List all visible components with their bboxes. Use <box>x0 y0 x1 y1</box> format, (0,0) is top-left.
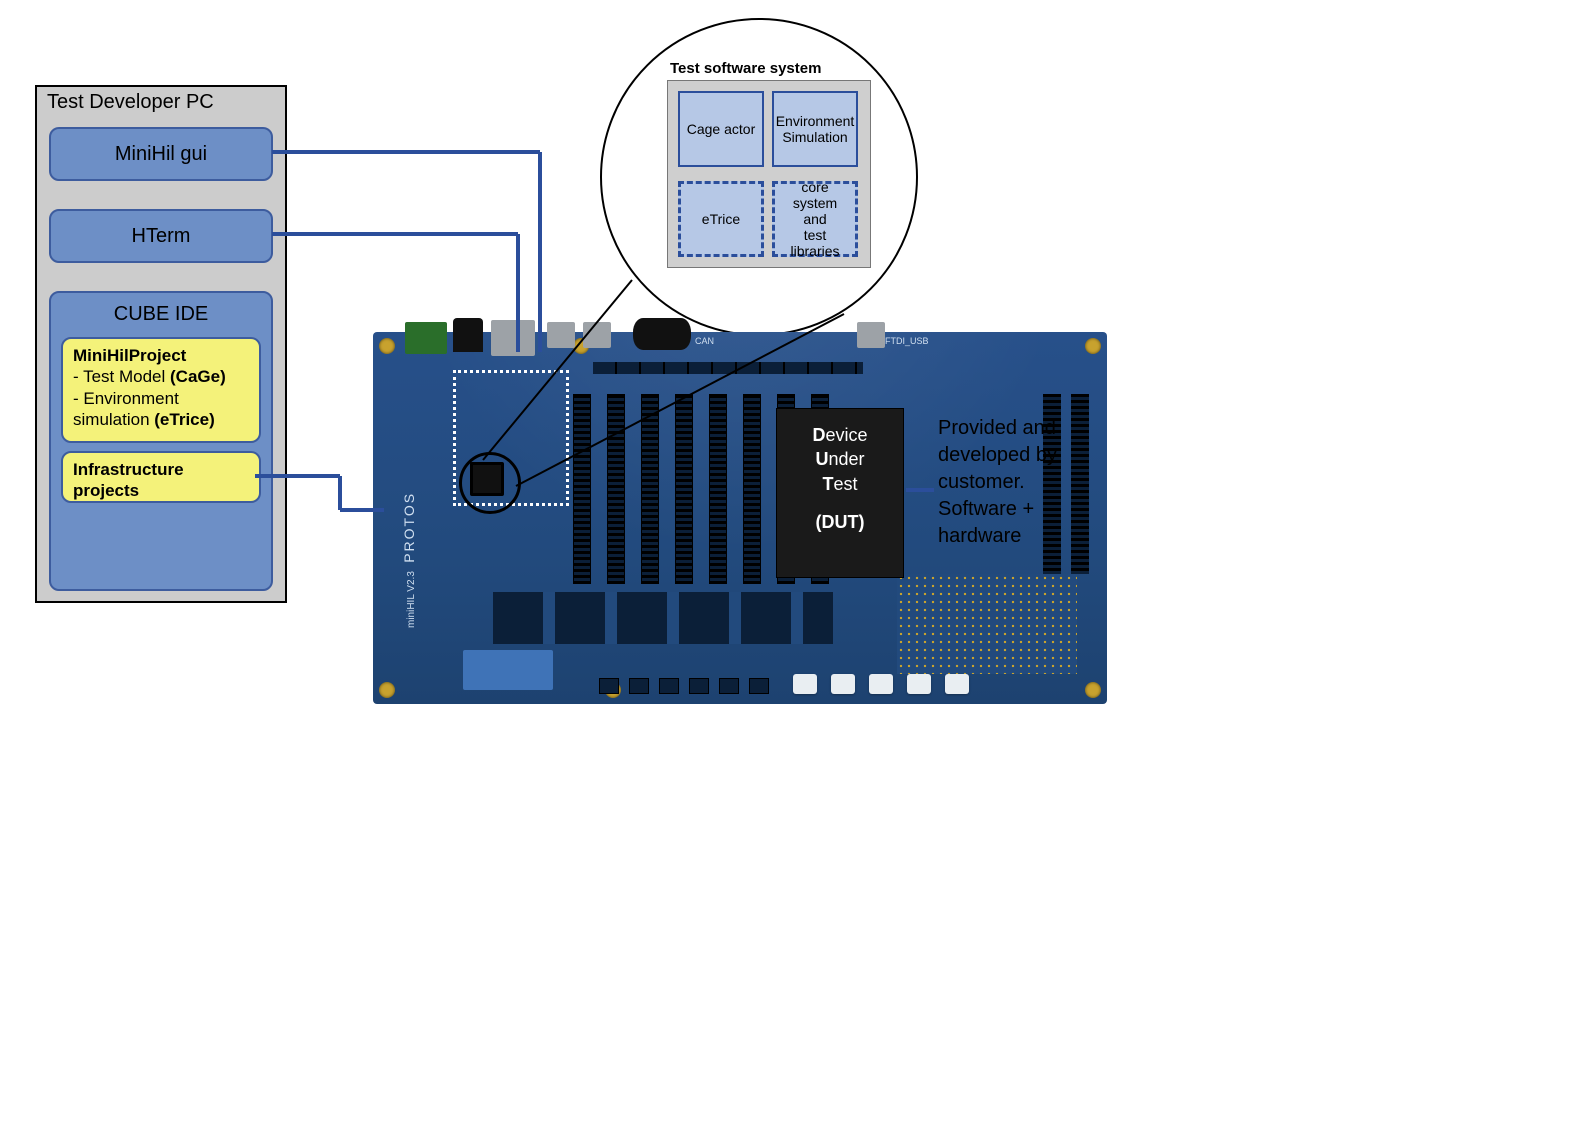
block-minihilproject: MiniHilProject - Test Model (CaGe) - Env… <box>61 337 261 443</box>
block-infrastructure: Infrastructure projects <box>61 451 261 503</box>
connector-usb <box>583 322 611 348</box>
callout-env1: Environment <box>776 113 855 129</box>
dut-desc-l3: customer. <box>938 469 1138 496</box>
dut-box: Device Under Test (DUT) <box>776 408 904 578</box>
callout-title: Test software system <box>670 60 821 77</box>
callout-core1: core system <box>793 179 837 211</box>
callout-box-environment-simulation: Environment Simulation <box>772 91 858 167</box>
dut-description: Provided and developed by customer. Soft… <box>938 415 1138 550</box>
dut-acronym: (DUT) <box>777 510 903 534</box>
board-model: miniHIL V2.3 <box>406 571 417 628</box>
callout-box-core-system: core system and test libraries <box>772 181 858 257</box>
mhp-line1a: - Test Model <box>73 367 170 386</box>
infra-line2: projects <box>73 480 249 501</box>
connector-terminal <box>405 322 447 354</box>
dut-under: nder <box>828 449 864 469</box>
dut-desc-l5: hardware <box>938 523 1138 550</box>
callout-inner: Cage actor Environment Simulation eTrice… <box>667 80 871 268</box>
can-label: CAN <box>695 336 714 346</box>
board-screw <box>379 682 395 698</box>
connector-usb <box>547 322 575 348</box>
cube-ide-title: CUBE IDE <box>51 293 271 326</box>
board-proto-area <box>897 574 1077 674</box>
connector-power-jack <box>453 318 483 352</box>
board-screw <box>1085 338 1101 354</box>
board-button-row <box>599 678 779 696</box>
dut-test: est <box>833 474 857 494</box>
mcu-circle <box>459 452 521 514</box>
connector-ethernet <box>491 320 535 356</box>
board-sd-slot <box>463 650 553 690</box>
dut-desc-l4: Software + <box>938 496 1138 523</box>
callout-env2: Simulation <box>782 129 847 145</box>
ftdi-label: FTDI_USB <box>885 336 929 346</box>
block-hterm: HTerm <box>49 209 273 263</box>
mhp-cage: (CaGe) <box>170 367 226 386</box>
callout-core3: test libraries <box>790 227 839 259</box>
mhp-etrice: (eTrice) <box>154 410 214 429</box>
board-screw <box>1085 682 1101 698</box>
connector-ftdi-usb <box>857 322 885 348</box>
block-cube-ide: CUBE IDE MiniHilProject - Test Model (Ca… <box>49 291 273 591</box>
pc-panel: Test Developer PC MiniHil gui HTerm CUBE… <box>35 85 287 603</box>
dut-desc-l1: Provided and <box>938 415 1138 442</box>
mhp-title: MiniHilProject <box>73 346 186 365</box>
dut-T: T <box>822 474 833 494</box>
callout-box-cage-actor: Cage actor <box>678 91 764 167</box>
dut-U: U <box>815 449 828 469</box>
pc-panel-title: Test Developer PC <box>47 91 214 114</box>
board-brand: PROTOS <box>401 492 417 563</box>
mhp-line2a: - Environment <box>73 388 249 409</box>
mhp-line2b: simulation <box>73 410 154 429</box>
dut-device: evice <box>825 425 867 445</box>
board-top-headers <box>593 362 863 374</box>
dut-D: D <box>812 425 825 445</box>
dut-desc-l2: developed by <box>938 442 1138 469</box>
board-led-row <box>793 674 993 698</box>
board-screw <box>379 338 395 354</box>
connector-can <box>633 318 691 350</box>
diagram-root: Test Developer PC MiniHil gui HTerm CUBE… <box>0 0 1588 1123</box>
callout-core2: and <box>803 211 826 227</box>
board-ic-row <box>493 592 833 644</box>
block-minihil-gui: MiniHil gui <box>49 127 273 181</box>
board-brand-label: miniHIL V2.3 PROTOS <box>401 492 417 628</box>
callout-box-etrice: eTrice <box>678 181 764 257</box>
infra-line1: Infrastructure <box>73 459 249 480</box>
